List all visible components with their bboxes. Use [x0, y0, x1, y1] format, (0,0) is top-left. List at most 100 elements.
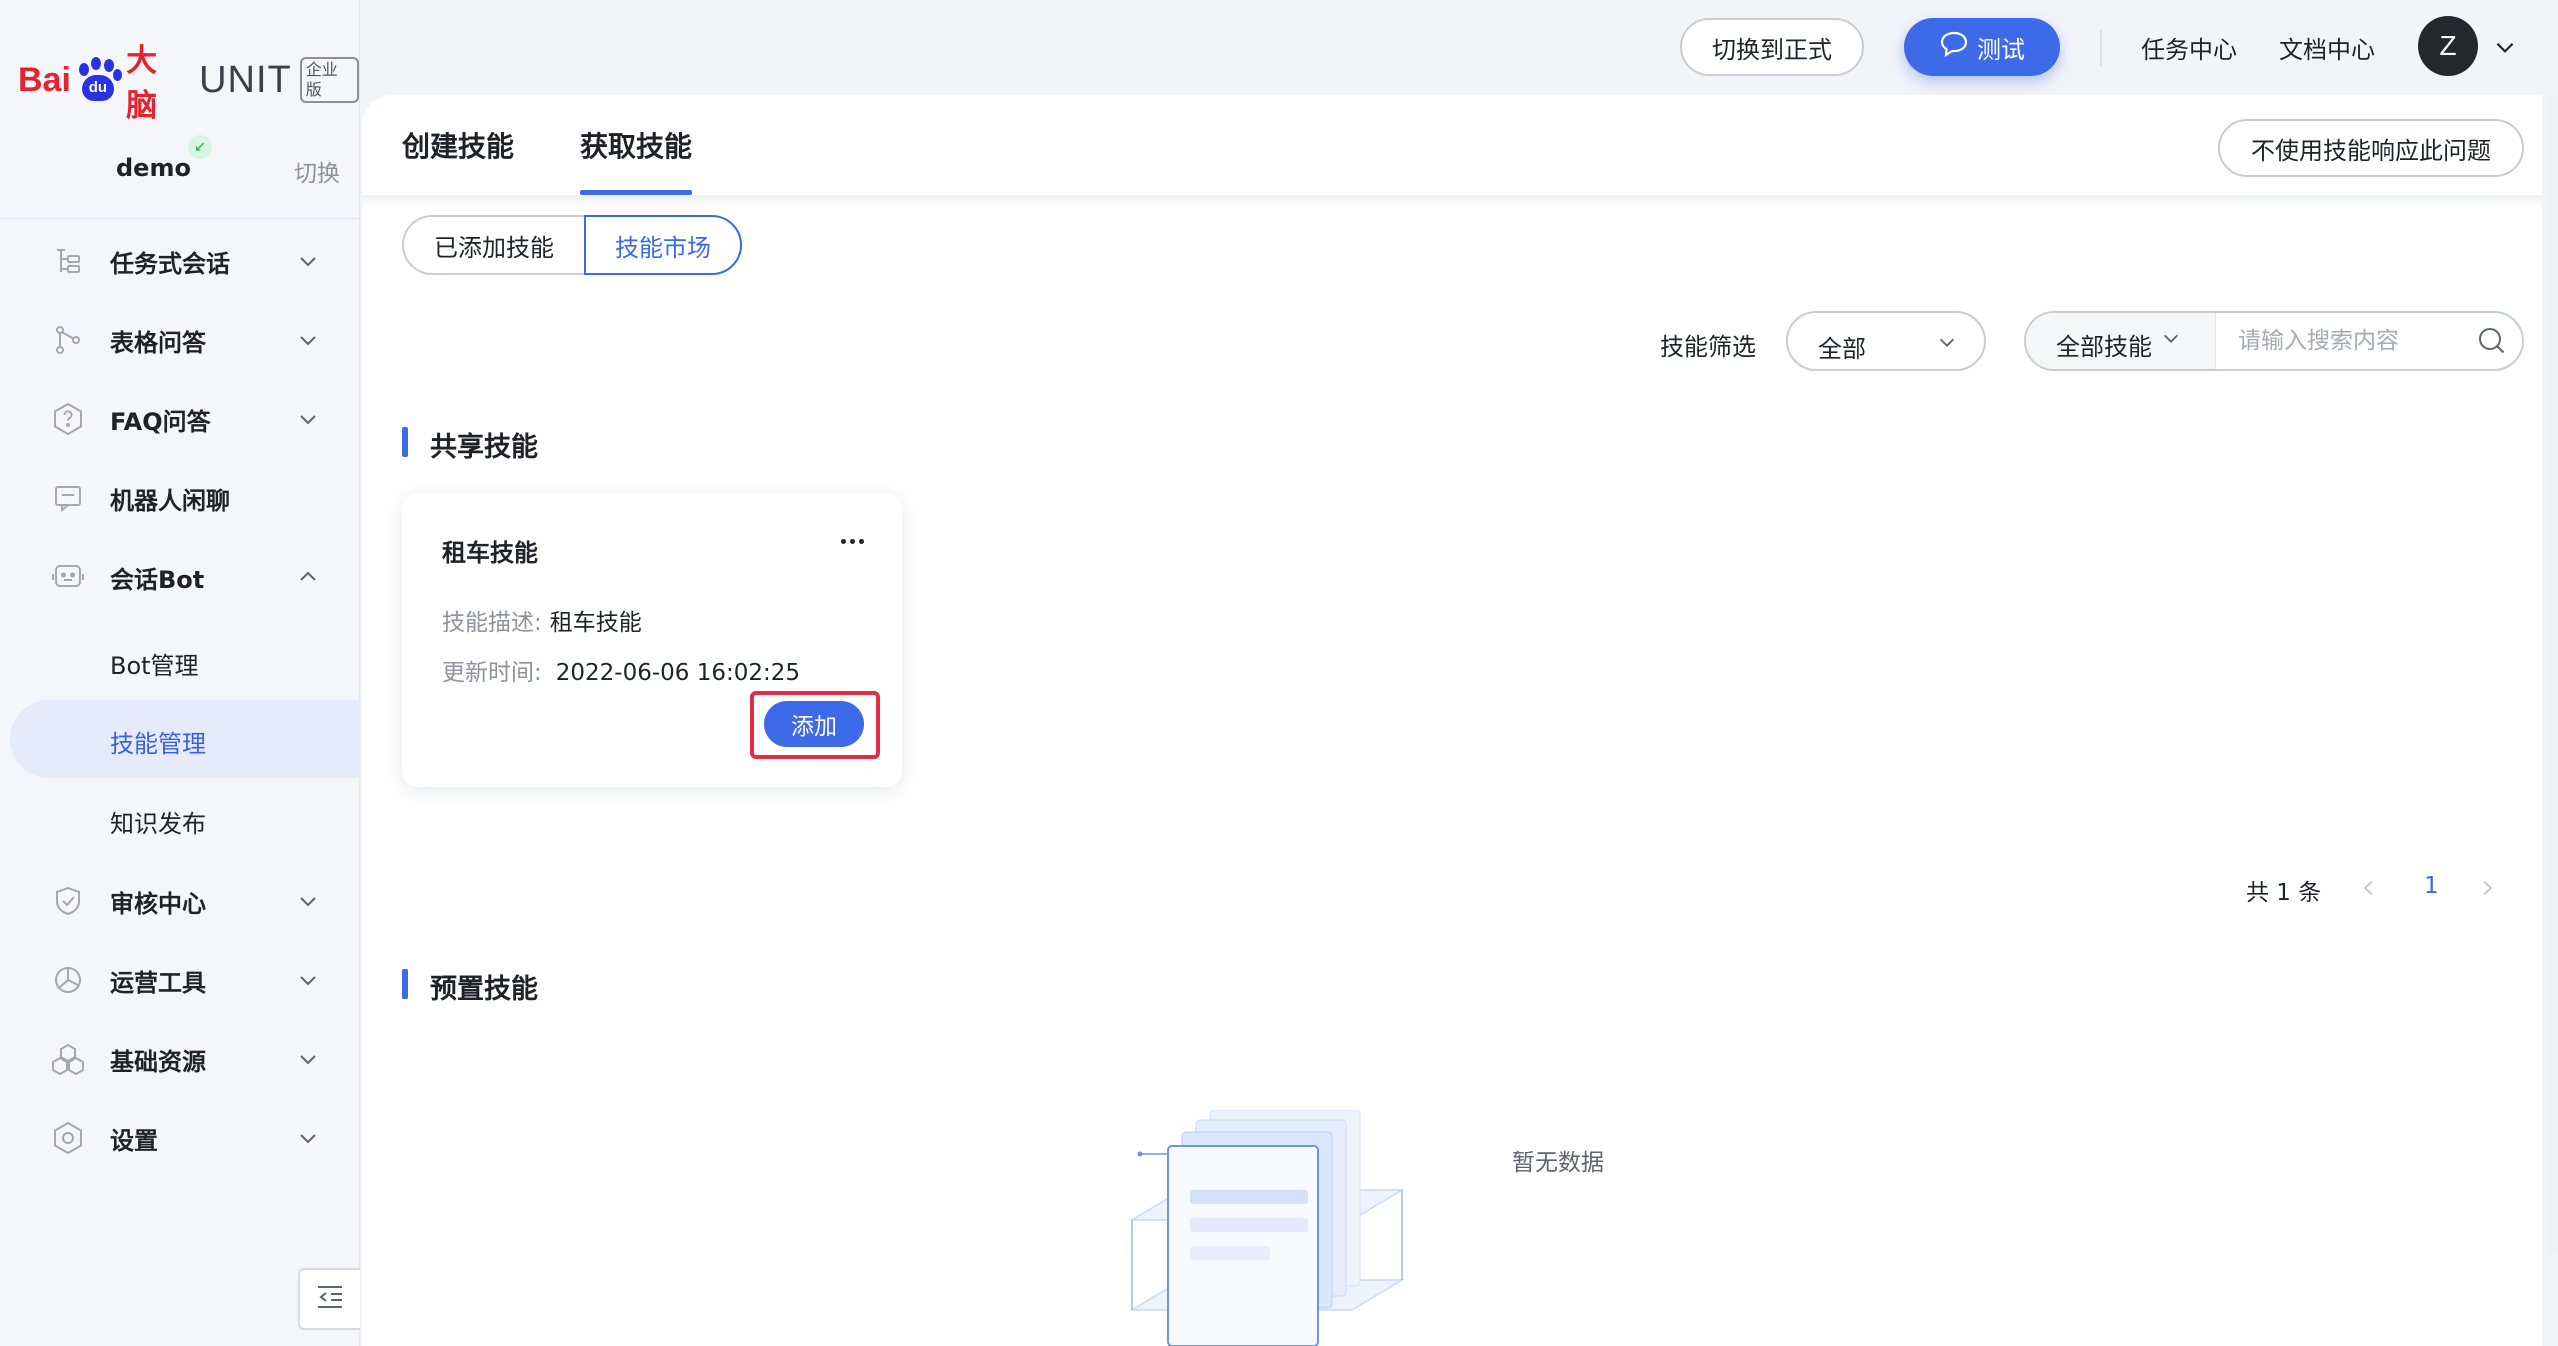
test-button[interactable]: 测试	[1904, 18, 2060, 76]
more-options-icon[interactable]	[841, 539, 864, 544]
sidebar-item-label: 会话Bot	[110, 565, 205, 594]
chevron-down-icon	[1936, 331, 1958, 357]
skill-tabs: 创建技能 获取技能	[402, 125, 693, 195]
sidebar-divider	[0, 218, 360, 219]
search-icon[interactable]	[2476, 325, 2508, 361]
main-content: 创建技能 获取技能 不使用技能响应此问题 已添加技能 技能市场 技能筛选 全部 …	[362, 95, 2542, 1346]
skill-search: 全部技能	[2024, 311, 2524, 371]
update-time-value: 2022-06-06 16:02:25	[555, 660, 801, 686]
skill-card-update-time: 更新时间: 2022-06-06 16:02:25	[442, 653, 800, 687]
description-value: 租车技能	[549, 610, 642, 636]
project-selector: demo 切换	[0, 140, 360, 200]
baidu-paw-icon: du	[73, 57, 122, 103]
sidebar-item-label: 表格问答	[110, 328, 206, 357]
edition-badge: 企业版	[299, 57, 359, 103]
project-switch-link[interactable]: 切换	[294, 154, 340, 188]
search-input[interactable]	[2216, 313, 2466, 369]
sidebar-item-label: 审核中心	[110, 889, 206, 918]
chevron-left-icon[interactable]	[2358, 877, 2380, 903]
switch-to-formal-button[interactable]: 切换到正式	[1680, 18, 1864, 76]
sidebar-item-label: 机器人闲聊	[110, 486, 230, 515]
sidebar-item-settings[interactable]: 设置	[0, 1099, 360, 1177]
chevron-down-icon	[296, 968, 320, 992]
chat-bubble-icon	[1939, 30, 1969, 64]
sidebar-item-task-dialog[interactable]: 任务式会话	[0, 222, 360, 300]
chevron-down-icon	[2160, 327, 2182, 353]
avatar[interactable]: Z	[2418, 16, 2478, 76]
chevron-down-icon	[296, 889, 320, 913]
update-time-key: 更新时间:	[442, 660, 542, 686]
chevron-down-icon	[296, 328, 320, 352]
chevron-down-icon	[296, 1047, 320, 1071]
test-button-label: 测试	[1977, 35, 2025, 64]
segment-added-skills[interactable]: 已添加技能	[402, 215, 584, 275]
search-scope-value: 全部技能	[2056, 333, 2152, 361]
pagination-total: 共 1 条	[2246, 880, 2322, 906]
vertical-scrollbar[interactable]	[2548, 95, 2558, 1255]
sidebar-item-label: 运营工具	[110, 968, 206, 997]
task-center-link[interactable]: 任务中心	[2141, 30, 2237, 65]
pagination-page[interactable]: 1	[2424, 873, 2439, 899]
skill-source-segment: 已添加技能 技能市场	[402, 215, 742, 275]
chevron-right-icon[interactable]	[2476, 877, 2498, 903]
sidebar-item-bot[interactable]: 会话Bot	[0, 538, 360, 616]
sidebar-item-label: 基础资源	[110, 1047, 206, 1076]
sidebar-item-label: FAQ问答	[110, 407, 211, 436]
sidebar-item-label: 设置	[110, 1126, 158, 1155]
chevron-down-icon	[296, 407, 320, 431]
search-scope-select[interactable]: 全部技能	[2026, 313, 2216, 369]
shared-skills-title: 共享技能	[402, 425, 538, 464]
sidebar-subitem-label: Bot管理	[110, 652, 199, 680]
sidebar-item-chitchat[interactable]: 机器人闲聊	[0, 459, 360, 537]
segment-skill-market[interactable]: 技能市场	[584, 215, 742, 275]
project-status-icon: ↙	[188, 135, 212, 159]
logo-du-text: du	[81, 75, 114, 101]
bot-icon	[50, 559, 86, 595]
add-skill-button[interactable]: 添加	[764, 701, 864, 747]
table-qa-icon	[50, 322, 86, 358]
sidebar-item-resources[interactable]: 基础资源	[0, 1020, 360, 1098]
sidebar-item-table-qa[interactable]: 表格问答	[0, 301, 360, 379]
skill-filter-value: 全部	[1818, 335, 1866, 363]
task-dialog-icon	[50, 243, 86, 279]
tab-get-skill[interactable]: 获取技能	[580, 125, 693, 195]
pagination: 共 1 条 1	[362, 873, 2542, 913]
doc-center-link[interactable]: 文档中心	[2279, 30, 2375, 65]
baidu-unit-logo[interactable]: Bai du 大脑 UNIT 企业版	[18, 43, 359, 124]
sidebar: Bai du 大脑 UNIT 企业版 demo 切换 ↙ 任务式会话 表格问答	[0, 0, 360, 1346]
chevron-down-icon	[296, 249, 320, 273]
operations-icon	[50, 962, 86, 998]
logo-unit-text: UNIT	[199, 58, 292, 101]
sidebar-item-operations[interactable]: 运营工具	[0, 941, 360, 1019]
skill-card-description: 技能描述: 租车技能	[442, 603, 642, 637]
skill-card: 租车技能 技能描述: 租车技能 更新时间: 2022-06-06 16:02:25 …	[402, 493, 902, 787]
sidebar-subitem-label: 技能管理	[110, 730, 206, 758]
collapse-menu-icon	[315, 1283, 345, 1315]
logo-bai-text: Bai	[18, 60, 71, 99]
review-shield-icon	[50, 883, 86, 919]
empty-data-illustration	[1122, 1109, 1422, 1346]
sidebar-subitem-label: 知识发布	[110, 810, 206, 838]
sidebar-item-review-center[interactable]: 审核中心	[0, 862, 360, 940]
sidebar-collapse-button[interactable]	[298, 1268, 360, 1330]
tabs-divider	[362, 195, 2542, 207]
sidebar-item-faq[interactable]: FAQ问答	[0, 380, 360, 458]
skill-filter-label: 技能筛选	[1660, 333, 1756, 361]
description-key: 技能描述:	[442, 610, 542, 636]
faq-icon	[50, 401, 86, 437]
sidebar-subitem-skill-management[interactable]: 技能管理	[10, 700, 360, 778]
sidebar-subitem-knowledge-publish[interactable]: 知识发布	[0, 780, 360, 858]
resources-icon	[50, 1041, 86, 1077]
empty-data-text: 暂无数据	[1512, 1150, 1604, 1176]
tab-create-skill[interactable]: 创建技能	[402, 125, 514, 195]
no-skill-response-button[interactable]: 不使用技能响应此问题	[2218, 119, 2524, 177]
chevron-down-icon[interactable]	[2492, 34, 2518, 64]
chevron-down-icon	[296, 1126, 320, 1150]
logo-danao-text: 大脑	[126, 43, 158, 124]
sidebar-subitem-bot-management[interactable]: Bot管理	[0, 622, 360, 700]
settings-icon	[50, 1120, 86, 1156]
preset-skills-title: 预置技能	[402, 967, 538, 1006]
skill-filter-select[interactable]: 全部	[1786, 311, 1986, 371]
header-separator	[2100, 30, 2102, 66]
chat-icon	[50, 480, 86, 516]
